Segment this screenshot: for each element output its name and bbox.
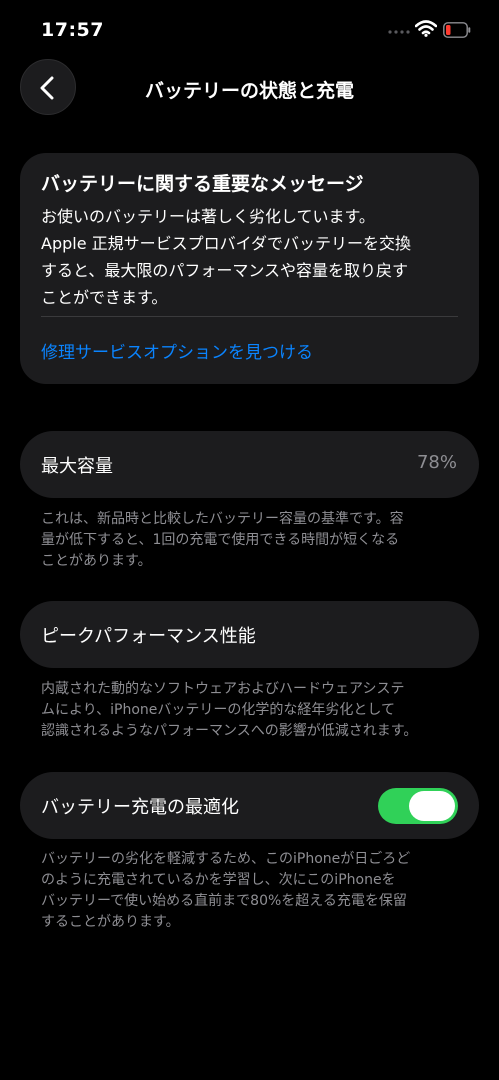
footnote-line: することがあります。 bbox=[41, 914, 180, 930]
max-capacity-label: 最大容量 bbox=[41, 456, 113, 477]
footnote-line: バッテリーの劣化を軽減するため、このiPhoneが日ごろど bbox=[41, 851, 411, 867]
message-divider bbox=[41, 316, 458, 317]
optimized-charging-row: バッテリー充電の最適化 bbox=[20, 772, 479, 839]
peak-performance-label: ピークパフォーマンス性能 bbox=[41, 626, 256, 647]
footnote-line: ムにより、iPhoneバッテリーの化学的な経年劣化として bbox=[41, 702, 395, 718]
max-capacity-footnote: これは、新品時と比較したバッテリー容量の基準です。容 量が低下すると、1回の充電… bbox=[41, 509, 461, 572]
battery-low-icon bbox=[443, 22, 471, 38]
message-title: バッテリーに関する重要なメッセージ bbox=[41, 173, 364, 195]
peak-performance-row[interactable]: ピークパフォーマンス性能 bbox=[20, 601, 479, 668]
footnote-line: これは、新品時と比較したバッテリー容量の基準です。容 bbox=[41, 511, 404, 527]
message-line: すると、最大限のパフォーマンスや容量を取り戻す bbox=[41, 261, 409, 280]
footnote-line: 量が低下すると、1回の充電で使用できる時間が短くなる bbox=[41, 532, 400, 548]
message-line: Apple 正規サービスプロバイダでバッテリーを交換 bbox=[41, 234, 411, 253]
message-body: お使いのバッテリーは著しく劣化しています。 Apple 正規サービスプロバイダで… bbox=[41, 203, 461, 311]
status-bar: 17:57 bbox=[0, 0, 499, 60]
find-repair-options-link[interactable]: 修理サービスオプションを見つける bbox=[41, 338, 313, 363]
optimized-charging-footnote: バッテリーの劣化を軽減するため、このiPhoneが日ごろど のように充電されてい… bbox=[41, 849, 461, 933]
message-line: お使いのバッテリーは著しく劣化しています。 bbox=[41, 207, 375, 226]
optimized-charging-label: バッテリー充電の最適化 bbox=[41, 797, 239, 818]
toggle-knob bbox=[409, 791, 455, 821]
message-line: ことができます。 bbox=[41, 288, 168, 307]
battery-message-card: バッテリーに関する重要なメッセージ お使いのバッテリーは著しく劣化しています。 … bbox=[20, 153, 479, 384]
wifi-icon bbox=[415, 20, 437, 37]
peak-performance-footnote: 内蔵された動的なソフトウェアおよびハードウェアシステ ムにより、iPhoneバッ… bbox=[41, 679, 461, 742]
page-title: バッテリーの状態と充電 bbox=[144, 80, 354, 102]
signal-dots-icon bbox=[388, 30, 410, 34]
max-capacity-value: 78% bbox=[416, 452, 457, 473]
status-time: 17:57 bbox=[41, 19, 104, 41]
optimized-charging-toggle[interactable] bbox=[378, 788, 458, 824]
footnote-line: のように充電されているかを学習し、次にこのiPhoneを bbox=[41, 872, 396, 888]
max-capacity-row: 最大容量 78% bbox=[20, 431, 479, 498]
footnote-line: ことがあります。 bbox=[41, 553, 152, 569]
footnote-line: バッテリーで使い始める直前まで80%を超える充電を保留 bbox=[41, 893, 407, 909]
footnote-line: 内蔵された動的なソフトウェアおよびハードウェアシステ bbox=[41, 681, 405, 697]
footnote-line: 認識されるようなパフォーマンスへの影響が低減されます。 bbox=[41, 723, 418, 739]
